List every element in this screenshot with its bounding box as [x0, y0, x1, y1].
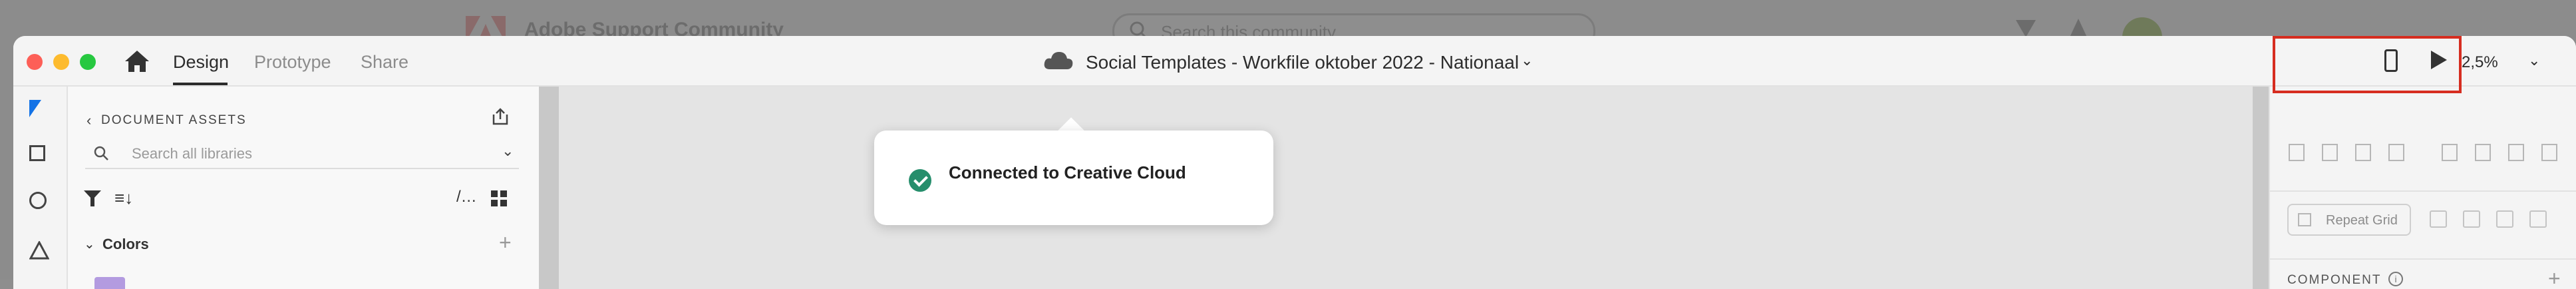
path-view-icon[interactable]: /… — [456, 188, 477, 206]
search-icon — [94, 146, 108, 160]
xd-window: Design Prototype Share Social Templates … — [13, 36, 2576, 289]
titlebar: Design Prototype Share Social Templates … — [13, 36, 2576, 87]
boolean-exclude-icon[interactable] — [2529, 210, 2547, 228]
rectangle-tool-icon[interactable] — [29, 145, 45, 161]
chevron-down-icon[interactable]: ⌄ — [502, 143, 514, 160]
color-swatch[interactable] — [94, 277, 125, 289]
align-middle-icon[interactable] — [2322, 144, 2338, 161]
tab-share[interactable]: Share — [361, 52, 408, 73]
repeat-grid-icon — [2298, 213, 2311, 226]
share-export-icon[interactable] — [491, 108, 510, 125]
component-section-title: COMPONENT — [2287, 273, 2382, 287]
home-icon[interactable] — [124, 49, 150, 73]
properties-panel: Repeat Grid COMPONENT i + — [2269, 87, 2576, 289]
repeat-grid-label: Repeat Grid — [2326, 213, 2398, 228]
tab-design[interactable]: Design — [173, 52, 229, 73]
divider — [2270, 190, 2576, 192]
divider — [2270, 258, 2576, 260]
maximize-window-button[interactable] — [80, 54, 96, 70]
zoom-chevron-icon[interactable]: ⌄ — [2528, 52, 2540, 69]
active-tab-indicator — [173, 83, 228, 85]
document-assets-panel: ‹ DOCUMENT ASSETS Search all libraries ⌄… — [68, 87, 540, 289]
boolean-add-icon[interactable] — [2430, 210, 2447, 228]
notification-icon — [2016, 20, 2036, 37]
ellipse-tool-icon[interactable] — [29, 192, 47, 209]
distribute-vertical-icon[interactable] — [2388, 144, 2404, 161]
select-tool-icon[interactable] — [29, 100, 41, 117]
colors-section-title[interactable]: Colors — [102, 236, 149, 253]
highlight-annotation — [2273, 36, 2462, 93]
toast-message: Connected to Creative Cloud — [949, 162, 1186, 182]
canvas-artboard-edge — [539, 87, 559, 289]
design-canvas[interactable] — [540, 87, 2269, 289]
filter-icon-stem — [90, 197, 94, 206]
align-left-icon[interactable] — [2442, 144, 2458, 161]
boolean-intersect-icon[interactable] — [2496, 210, 2513, 228]
align-center-icon[interactable] — [2475, 144, 2491, 161]
align-top-icon[interactable] — [2289, 144, 2305, 161]
repeat-grid-button[interactable]: Repeat Grid — [2287, 204, 2411, 236]
distribute-horizontal-icon[interactable] — [2541, 144, 2557, 161]
align-right-icon[interactable] — [2508, 144, 2524, 161]
polygon-tool-icon[interactable] — [29, 241, 49, 260]
cloud-icon — [1044, 52, 1073, 69]
minimize-window-button[interactable] — [53, 54, 69, 70]
back-chevron-icon[interactable]: ‹ — [86, 112, 91, 129]
connection-toast: Connected to Creative Cloud — [874, 131, 1273, 225]
search-placeholder: Search all libraries — [132, 145, 252, 162]
grid-view-icon[interactable] — [491, 190, 507, 206]
boolean-subtract-icon[interactable] — [2463, 210, 2480, 228]
chevron-down-icon[interactable]: ⌄ — [1521, 52, 1533, 69]
align-bottom-icon[interactable] — [2355, 144, 2371, 161]
check-circle-icon — [909, 169, 931, 192]
info-icon[interactable]: i — [2388, 272, 2403, 286]
library-search-input[interactable]: Search all libraries ⌄ — [85, 137, 519, 169]
chevron-down-icon[interactable]: ⌄ — [84, 236, 95, 252]
panel-title: DOCUMENT ASSETS — [101, 113, 247, 127]
close-window-button[interactable] — [27, 54, 43, 70]
zoom-level[interactable]: 2,5% — [2462, 53, 2498, 72]
canvas-artboard-edge — [2253, 87, 2269, 289]
tab-prototype[interactable]: Prototype — [254, 52, 331, 73]
sort-icon[interactable]: ≡↓ — [114, 188, 133, 208]
add-color-icon[interactable]: + — [499, 230, 512, 255]
document-title[interactable]: Social Templates - Workfile oktober 2022… — [1086, 52, 1519, 73]
alignment-controls — [2289, 144, 2568, 164]
add-component-icon[interactable]: + — [2548, 266, 2561, 289]
tools-toolbar — [13, 87, 68, 289]
